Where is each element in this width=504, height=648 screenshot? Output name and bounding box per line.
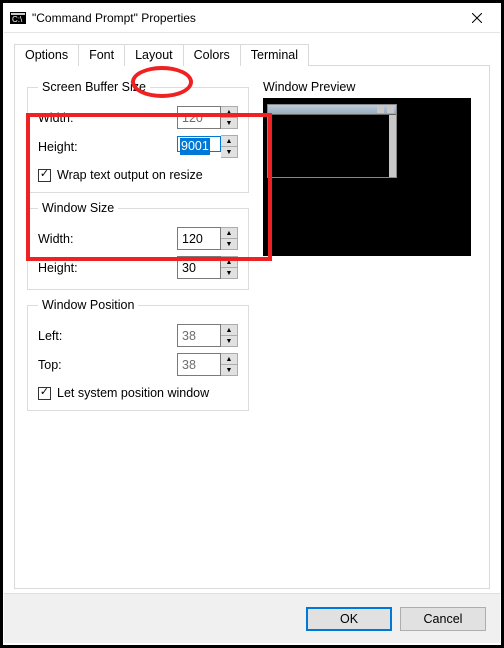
- buffer-width-spinner[interactable]: ▲▼: [177, 106, 238, 129]
- tab-options[interactable]: Options: [14, 44, 79, 66]
- spinner-down-icon[interactable]: ▼: [221, 147, 237, 157]
- spinner-up-icon[interactable]: ▲: [221, 107, 237, 118]
- preview-titlebar: [268, 105, 396, 115]
- spinner-up-icon[interactable]: ▲: [221, 136, 237, 147]
- window-position-group: Window Position Left: ▲▼ Top:: [27, 298, 249, 411]
- spinner-up-icon[interactable]: ▲: [221, 228, 237, 239]
- spinner-down-icon[interactable]: ▼: [221, 118, 237, 128]
- ok-button[interactable]: OK: [306, 607, 392, 631]
- tab-strip: Options Font Layout Colors Terminal: [14, 43, 490, 65]
- winpos-top-label: Top:: [38, 358, 177, 372]
- buffer-width-label: Width:: [38, 111, 177, 125]
- let-system-label: Let system position window: [57, 386, 209, 400]
- buffer-height-selection: 9001: [180, 138, 210, 155]
- screen-buffer-size-group: Screen Buffer Size Width: ▲▼ Height:: [27, 80, 249, 193]
- winpos-left-input: [177, 324, 221, 347]
- window-preview-label: Window Preview: [263, 80, 477, 94]
- spinner-down-icon: ▼: [221, 336, 237, 346]
- spinner-up-icon: ▲: [221, 354, 237, 365]
- tab-terminal[interactable]: Terminal: [240, 44, 309, 66]
- screen-buffer-legend: Screen Buffer Size: [38, 80, 150, 94]
- close-button[interactable]: [454, 3, 500, 33]
- buffer-width-input[interactable]: [177, 106, 221, 129]
- winpos-top-input: [177, 353, 221, 376]
- spinner-up-icon: ▲: [221, 325, 237, 336]
- dialog-button-bar: OK Cancel: [4, 593, 500, 643]
- title-bar: C:\ "Command Prompt" Properties: [4, 3, 500, 33]
- window-preview: [263, 98, 471, 256]
- buffer-height-spinner[interactable]: 9001 ▲▼: [177, 135, 238, 158]
- winsize-height-spinner[interactable]: ▲▼: [177, 256, 238, 279]
- tab-layout[interactable]: Layout: [124, 44, 184, 66]
- tab-font[interactable]: Font: [78, 44, 125, 66]
- wrap-text-checkbox[interactable]: Wrap text output on resize: [38, 168, 238, 182]
- spinner-down-icon: ▼: [221, 365, 237, 375]
- properties-dialog: C:\ "Command Prompt" Properties Options …: [4, 3, 500, 643]
- preview-mini-window: [267, 104, 397, 178]
- tab-colors[interactable]: Colors: [183, 44, 241, 66]
- layout-tab-panel: Screen Buffer Size Width: ▲▼ Height:: [14, 65, 490, 589]
- checkbox-icon: [38, 387, 51, 400]
- wrap-text-label: Wrap text output on resize: [57, 168, 203, 182]
- window-size-group: Window Size Width: ▲▼ Height:: [27, 201, 249, 290]
- winsize-width-input[interactable]: [177, 227, 221, 250]
- window-title: "Command Prompt" Properties: [32, 11, 454, 25]
- preview-scrollbar: [389, 115, 396, 177]
- spinner-down-icon[interactable]: ▼: [221, 268, 237, 278]
- winpos-left-spinner[interactable]: ▲▼: [177, 324, 238, 347]
- cmd-icon: C:\: [10, 10, 26, 26]
- preview-body: [268, 115, 396, 177]
- buffer-height-label: Height:: [38, 140, 177, 154]
- winsize-width-label: Width:: [38, 232, 177, 246]
- winpos-top-spinner[interactable]: ▲▼: [177, 353, 238, 376]
- spinner-down-icon[interactable]: ▼: [221, 239, 237, 249]
- let-system-checkbox[interactable]: Let system position window: [38, 386, 238, 400]
- winsize-width-spinner[interactable]: ▲▼: [177, 227, 238, 250]
- spinner-up-icon[interactable]: ▲: [221, 257, 237, 268]
- checkbox-icon: [38, 169, 51, 182]
- window-position-legend: Window Position: [38, 298, 138, 312]
- winsize-height-label: Height:: [38, 261, 177, 275]
- cancel-button[interactable]: Cancel: [400, 607, 486, 631]
- winpos-left-label: Left:: [38, 329, 177, 343]
- svg-text:C:\: C:\: [12, 15, 23, 24]
- window-size-legend: Window Size: [38, 201, 118, 215]
- winsize-height-input[interactable]: [177, 256, 221, 279]
